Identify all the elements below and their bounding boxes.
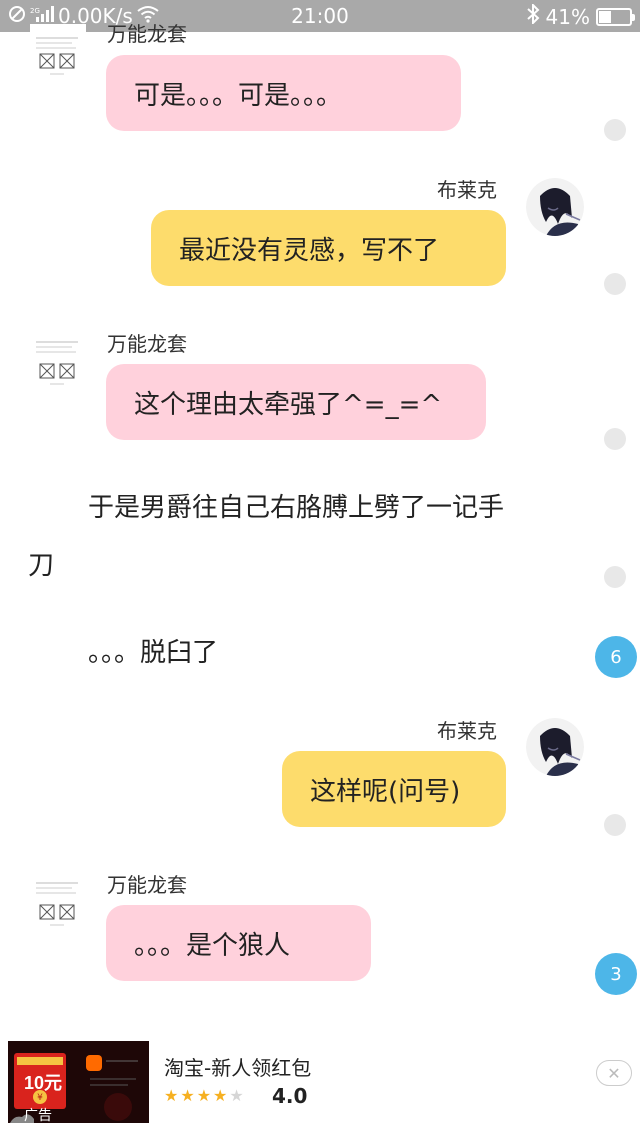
ad-banner[interactable]: ¥ 10元 广告 淘宝-新人领红包 ★ ★ ★ ★ ★ 4.0 ✕ (0, 1030, 640, 1138)
avatar[interactable] (526, 718, 584, 776)
narration-text: 刀 (28, 551, 55, 581)
sender-name: 万能龙套 (107, 332, 187, 356)
read-dot (604, 273, 626, 295)
close-icon: ✕ (607, 1063, 621, 1083)
star-icon: ★ (196, 1086, 212, 1105)
read-dot (604, 566, 626, 588)
star-icon: ★ (180, 1086, 195, 1105)
sender-name: 万能龙套 (107, 873, 187, 897)
message-bubble[interactable]: 这样呢(问号) (282, 751, 506, 827)
message-bubble[interactable]: 最近没有灵感，写不了 (151, 210, 506, 286)
ad-image[interactable]: ¥ 10元 广告 (8, 1041, 149, 1123)
bluetooth-icon (526, 2, 540, 29)
comment-count-badge[interactable]: 3 (595, 953, 637, 995)
ad-label: 广告 (24, 1108, 52, 1123)
sender-name: 万能龙套 (107, 22, 187, 46)
read-dot (604, 119, 626, 141)
star-icon: ★ (213, 1086, 228, 1105)
read-dot (604, 428, 626, 450)
rating-value: 4.0 (272, 1084, 308, 1108)
close-ad-button[interactable]: ✕ (596, 1060, 632, 1086)
read-dot (604, 814, 626, 836)
ad-image-text: 10元 (24, 1073, 63, 1093)
avatar[interactable] (30, 875, 86, 931)
avatar[interactable] (526, 178, 584, 236)
ad-title[interactable]: 淘宝-新人领红包 (164, 1052, 311, 1081)
comment-count-badge[interactable]: 6 (595, 636, 637, 678)
message-bubble[interactable]: 。。。是个狼人 (106, 905, 371, 981)
battery-fill (599, 10, 611, 23)
narration-text: 。。。脱臼了 (88, 638, 219, 668)
star-empty-icon: ★ (229, 1086, 244, 1105)
message-bubble[interactable]: 这个理由太牵强了^=_=^ (106, 364, 486, 440)
avatar[interactable] (30, 24, 86, 80)
sender-name: 布莱克 (437, 178, 497, 202)
status-right: 41% (526, 2, 635, 29)
battery-icon (596, 7, 635, 26)
star-icon: ★ (164, 1086, 179, 1105)
battery-percent: 41% (545, 4, 590, 29)
status-bar: 2G 0.00K/s 21:00 41% (0, 0, 640, 32)
avatar[interactable] (30, 334, 86, 390)
sender-name: 布莱克 (437, 719, 497, 743)
rating-stars: ★ ★ ★ ★ ★ (164, 1086, 244, 1105)
message-bubble[interactable]: 可是。。。可是。。。 (106, 55, 461, 131)
narration-text: 于是男爵往自己右胳膊上劈了一记手 (88, 493, 505, 523)
